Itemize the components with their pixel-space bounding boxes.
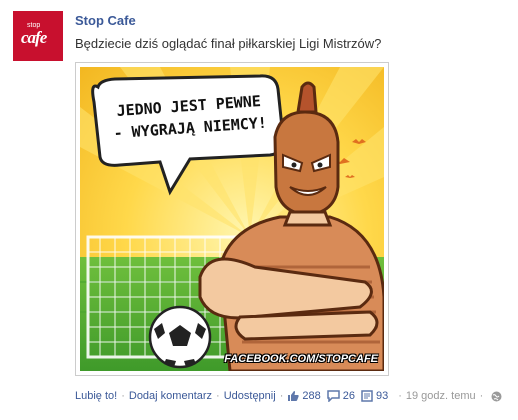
share-link[interactable]: Udostępnij (224, 390, 276, 402)
post-photo[interactable]: JEDNO JEST PEWNE - WYGRAJĄ NIEMCY! FACEB… (80, 67, 384, 371)
like-count[interactable]: 288 (287, 390, 321, 402)
like-count-value: 288 (302, 390, 321, 402)
globe-icon[interactable] (491, 391, 502, 402)
separator-dot: · (216, 390, 220, 402)
separator-dot: · (398, 390, 402, 402)
share-icon (361, 390, 373, 402)
post-actions-bar: Lubię to! · Dodaj komentarz · Udostępnij… (75, 390, 502, 402)
post-photo-frame[interactable]: JEDNO JEST PEWNE - WYGRAJĄ NIEMCY! FACEB… (75, 62, 389, 376)
post-author-name[interactable]: Stop Cafe (75, 13, 136, 28)
separator-dot: · (479, 390, 484, 402)
share-count-value: 93 (375, 390, 389, 402)
like-link[interactable]: Lubię to! (75, 390, 117, 402)
thumbs-up-icon (288, 391, 300, 401)
post-message: Będziecie dziś oglądać finał piłkarskiej… (75, 36, 382, 51)
separator-dot: · (279, 390, 284, 402)
comment-bubble-icon (326, 390, 340, 402)
comment-count[interactable]: 26 (326, 390, 355, 402)
avatar-logo-main: cafe (21, 28, 47, 47)
image-watermark: FACEBOOK.COM/STOPCAFE (224, 353, 378, 365)
comment-count-value: 26 (342, 390, 355, 402)
page-avatar[interactable]: stop cafe (13, 11, 63, 61)
separator-dot: · (121, 390, 125, 402)
post-timestamp[interactable]: 19 godz. temu (406, 390, 476, 402)
comment-link[interactable]: Dodaj komentarz (129, 390, 212, 402)
share-count[interactable]: 93 (361, 390, 388, 402)
